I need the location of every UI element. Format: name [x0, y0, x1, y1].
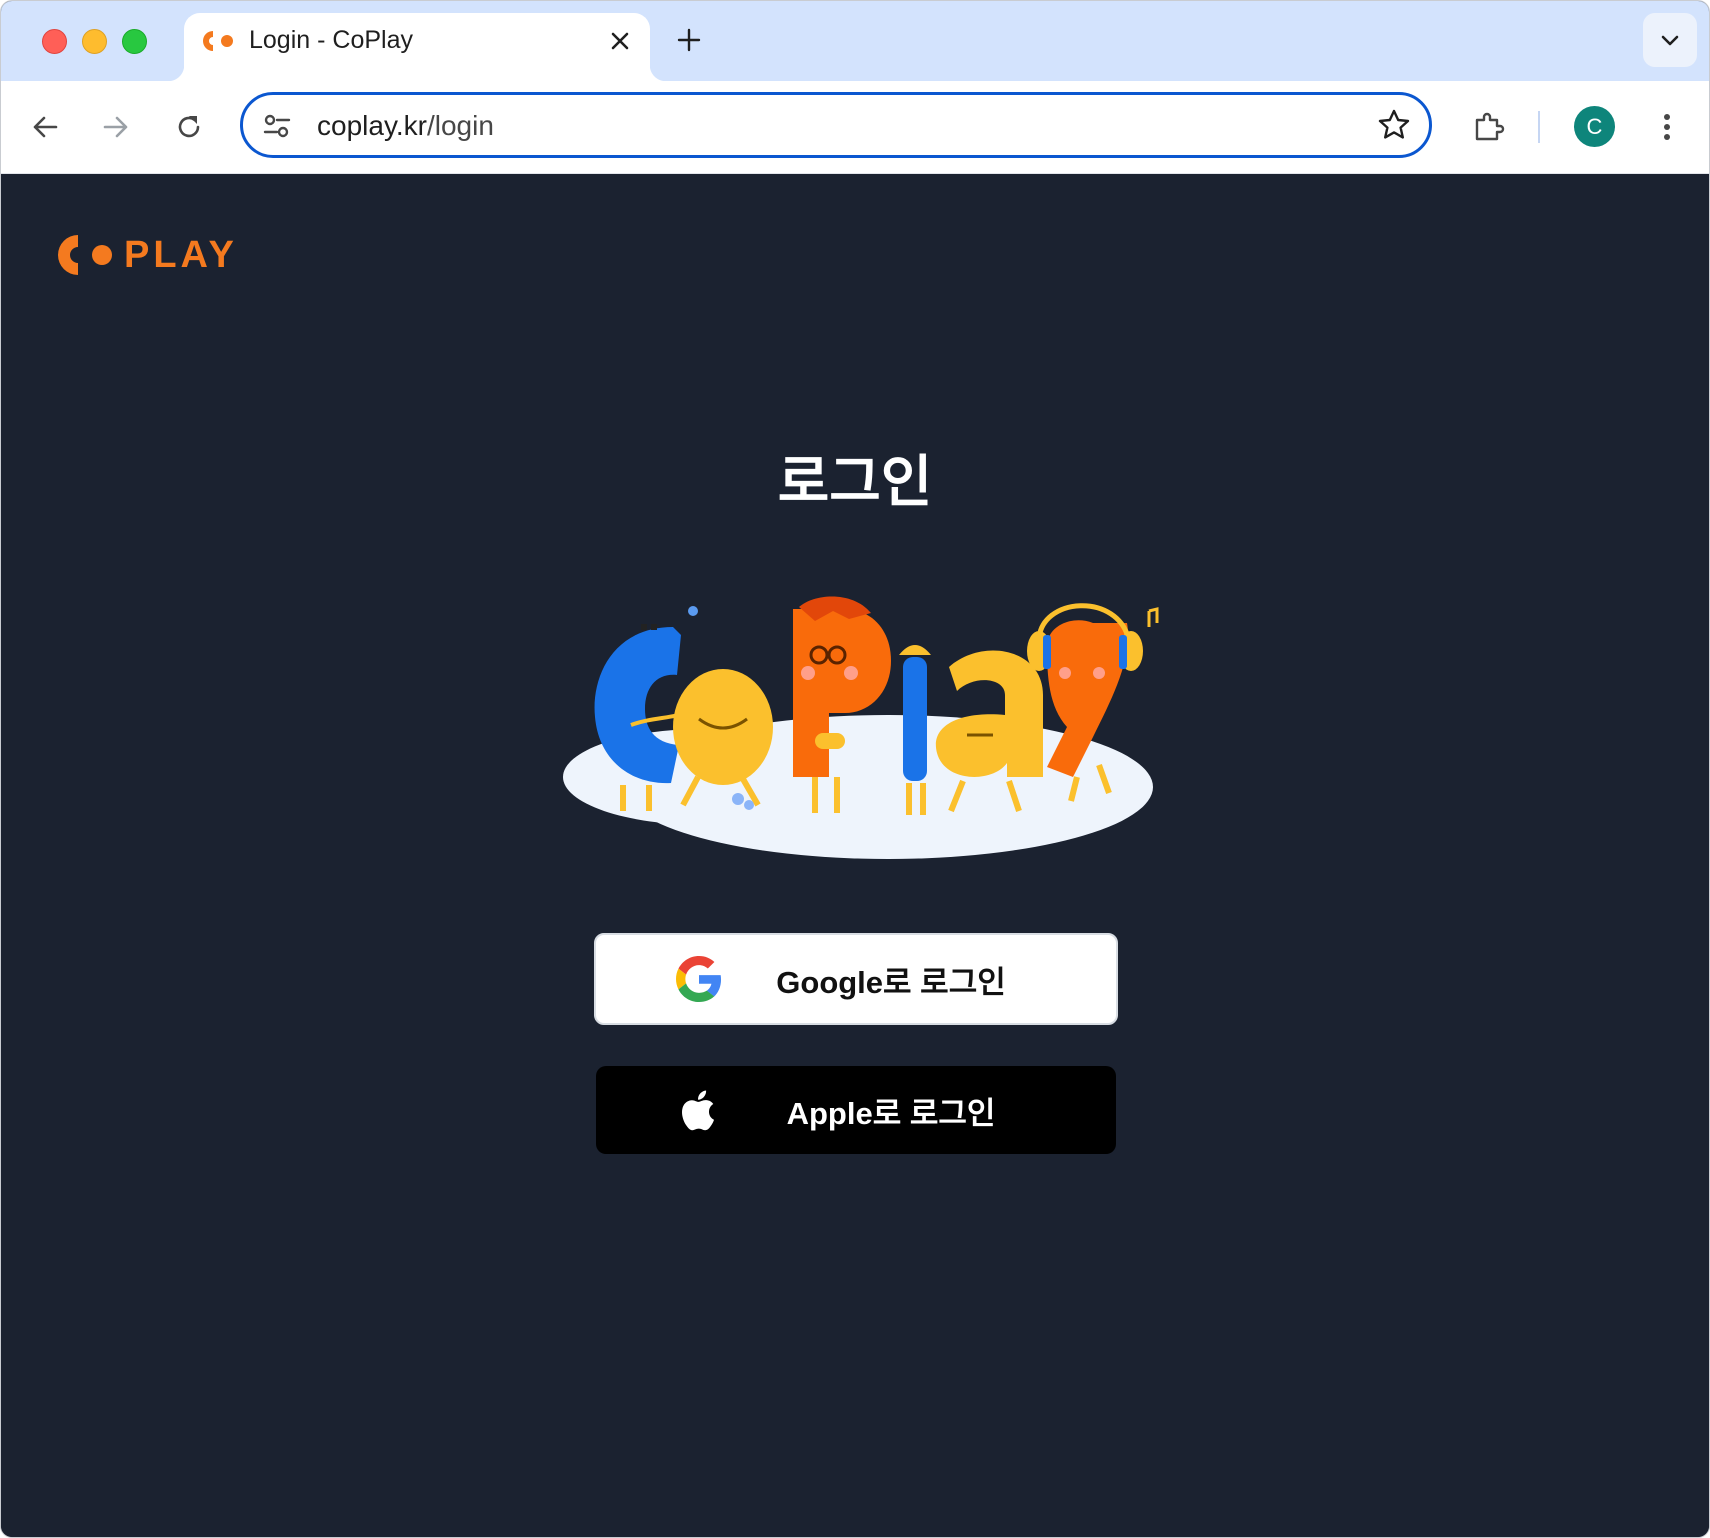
- bookmark-star-icon[interactable]: [1377, 108, 1411, 142]
- coplay-logo-icon: [58, 235, 112, 275]
- window-close-button[interactable]: [42, 29, 67, 54]
- apple-login-button[interactable]: Apple로 로그인: [596, 1066, 1116, 1154]
- arrow-left-icon: [33, 116, 58, 138]
- extensions-button[interactable]: [1465, 103, 1513, 151]
- site-settings-icon: [263, 114, 291, 138]
- close-icon: [611, 32, 629, 50]
- url-text[interactable]: coplay.kr/login: [317, 110, 494, 142]
- page-content: PLAY 로그인 Google로 로그인 Apple로 로그인: [1, 174, 1709, 1537]
- toolbar-divider: [1538, 111, 1540, 143]
- browser-toolbar: coplay.kr/login C: [1, 81, 1709, 174]
- site-logo[interactable]: PLAY: [56, 232, 238, 278]
- tab-active[interactable]: Login - CoPlay: [168, 13, 666, 81]
- reload-icon: [178, 116, 200, 138]
- puzzle-icon: [1475, 112, 1505, 141]
- apple-login-label: Apple로 로그인: [786, 1095, 996, 1131]
- profile-avatar[interactable]: C: [1574, 106, 1615, 147]
- google-login-label: Google로 로그인: [776, 964, 1006, 1000]
- coplay-mascot-illustration: [563, 596, 1159, 859]
- new-tab-button[interactable]: [671, 22, 707, 58]
- plus-icon: [677, 28, 701, 52]
- forward-button[interactable]: [92, 103, 140, 151]
- more-vertical-icon: [1664, 114, 1670, 140]
- window-maximize-button[interactable]: [122, 29, 147, 54]
- google-login-button[interactable]: Google로 로그인: [594, 933, 1118, 1025]
- url-host: coplay.kr: [317, 110, 427, 141]
- tab-close-button[interactable]: [604, 25, 636, 57]
- back-button[interactable]: [21, 103, 69, 151]
- browser-window: Login - CoPlay coplay.kr/login C PLAY 로그…: [0, 0, 1710, 1538]
- url-path: /login: [426, 110, 494, 141]
- address-bar[interactable]: coplay.kr/login: [240, 92, 1432, 158]
- tab-search-button[interactable]: [1643, 13, 1697, 67]
- window-minimize-button[interactable]: [82, 29, 107, 54]
- page-title: 로그인: [777, 450, 933, 513]
- reload-button[interactable]: [165, 103, 213, 151]
- arrow-right-icon: [103, 116, 128, 138]
- coplay-logo-icon: [203, 31, 233, 51]
- tab-title: Login - CoPlay: [249, 26, 413, 54]
- tab-strip: Login - CoPlay: [1, 1, 1709, 81]
- chevron-down-icon: [1661, 35, 1679, 46]
- logo-text: PLAY: [124, 234, 238, 276]
- browser-menu-button[interactable]: [1643, 103, 1691, 151]
